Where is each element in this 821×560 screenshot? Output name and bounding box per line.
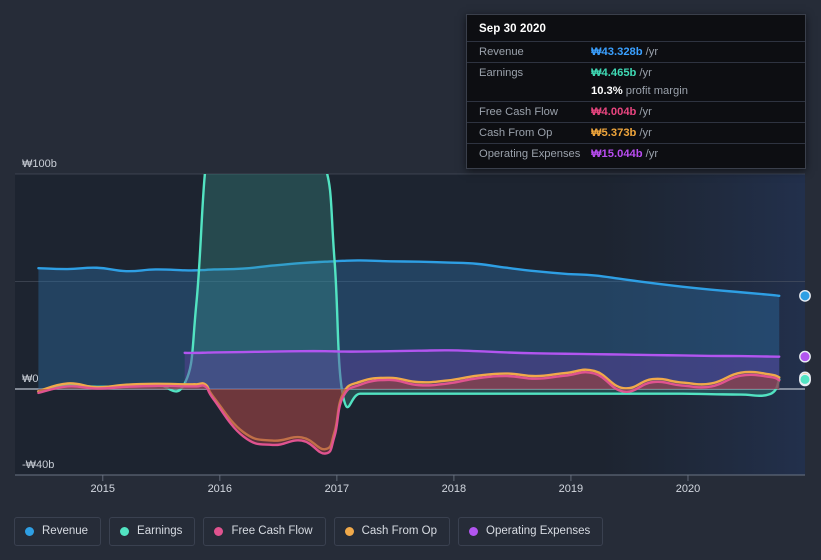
tooltip-row: Free Cash Flow ₩4.004b/yr (467, 101, 805, 122)
y-axis-tick-label: ₩0 (22, 373, 39, 385)
chart-legend[interactable]: Revenue Earnings Free Cash Flow Cash From O… (0, 508, 821, 554)
end-marker-operating-expenses (799, 350, 811, 363)
x-axis-tick-label: 2016 (208, 483, 232, 495)
financial-chart-page: ₩100b ₩0 -₩40b 2015 2016 2017 2018 2019 2020 Sep… (0, 0, 821, 560)
y-axis-tick-label: -₩40b (22, 459, 54, 471)
legend-item-label: Revenue (42, 525, 89, 537)
legend-item-label: Operating Expenses (486, 525, 591, 537)
tooltip-row-label: Operating Expenses (479, 148, 581, 160)
legend-item-label: Earnings (137, 525, 183, 537)
legend-item-free-cash-flow[interactable]: Free Cash Flow (203, 516, 326, 546)
y-axis-tick-label: ₩100b (22, 158, 57, 170)
legend-item-label: Free Cash Flow (231, 525, 313, 537)
tooltip-row-unit: /yr (639, 106, 652, 118)
legend-item-operating-expenses[interactable]: Operating Expenses (458, 516, 604, 546)
x-axis-tick-label: 2015 (91, 483, 115, 495)
x-axis-tick-label: 2020 (676, 483, 700, 495)
legend-item-earnings[interactable]: Earnings (109, 516, 196, 546)
tooltip-row-unit: /yr (639, 67, 652, 79)
tooltip-row-value: 10.3% (591, 85, 623, 97)
legend-color-dot-icon (25, 526, 34, 536)
legend-color-dot-icon (469, 526, 479, 536)
legend-color-dot-icon (344, 526, 354, 536)
tooltip-row: Cash From Op ₩5.373b/yr (467, 122, 805, 143)
legend-item-revenue[interactable]: Revenue (14, 516, 102, 546)
tooltip-row: Earnings ₩4.465b/yr (467, 62, 805, 83)
x-axis-tick-label: 2019 (559, 483, 583, 495)
tooltip-rows: Revenue ₩43.328b/yr Earnings ₩4.465b/yr 10.3… (467, 41, 805, 164)
tooltip-row-label: Free Cash Flow (479, 106, 558, 118)
chart-tooltip: Sep 30 2020 Revenue ₩43.328b/yr Earnings ₩4… (466, 14, 806, 169)
tooltip-row-unit: /yr (645, 148, 659, 160)
tooltip-row: Revenue ₩43.328b/yr (467, 41, 805, 62)
tooltip-row-unit: profit margin (625, 85, 688, 97)
tooltip-row-value: ₩4.004b (591, 106, 637, 118)
tooltip-row: 10.3% profit margin (467, 83, 805, 101)
tooltip-row: Operating Expenses ₩15.044b/yr (467, 143, 805, 164)
end-marker-revenue (799, 289, 811, 302)
tooltip-row-label: Cash From Op (479, 127, 553, 139)
x-axis-tick-label: 2017 (325, 483, 349, 495)
tooltip-row-label: Revenue (479, 46, 524, 58)
tooltip-row-value: ₩5.373b (591, 127, 637, 139)
end-marker-earnings (799, 373, 811, 386)
legend-color-dot-icon (120, 526, 130, 536)
tooltip-row-label: Earnings (479, 67, 524, 79)
legend-item-label: Cash From Op (361, 525, 438, 537)
tooltip-row-value: ₩43.328b (591, 46, 643, 58)
tooltip-row-value: ₩15.044b (591, 148, 643, 160)
tooltip-date: Sep 30 2020 (479, 23, 546, 35)
legend-item-cash-from-op[interactable]: Cash From Op (333, 516, 451, 546)
tooltip-row-value: ₩4.465b (591, 67, 637, 79)
legend-color-dot-icon (214, 526, 224, 536)
tooltip-row-unit: /yr (645, 46, 659, 58)
x-axis-tick-label: 2018 (442, 483, 466, 495)
tooltip-row-unit: /yr (639, 127, 652, 139)
